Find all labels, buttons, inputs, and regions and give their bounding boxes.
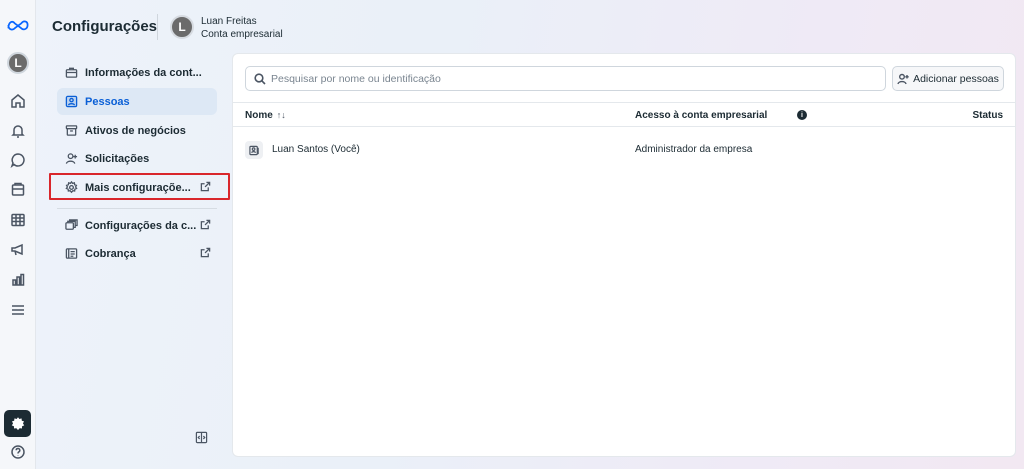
sidebar-item-label: Pessoas — [85, 95, 130, 108]
table-icon[interactable] — [6, 209, 30, 231]
search-icon — [254, 72, 266, 85]
sidebar-item-label: Solicitações — [85, 152, 150, 165]
person-add-icon — [64, 152, 78, 166]
column-header-status: Status — [972, 110, 1003, 121]
sidebar-item-people[interactable]: Pessoas — [57, 88, 217, 115]
icon-rail: L — [0, 0, 36, 469]
megaphone-icon[interactable] — [6, 239, 30, 261]
search-field[interactable] — [245, 66, 886, 91]
menu-icon[interactable] — [6, 299, 30, 321]
avatar[interactable]: L — [170, 15, 194, 39]
box-icon — [64, 124, 78, 138]
sidebar-item-requests[interactable]: Solicitações — [57, 145, 217, 172]
sidebar-item-business-info[interactable]: Informações da cont... — [57, 59, 217, 86]
sidebar-item-label: Configurações da c... — [85, 219, 197, 232]
sort-icon[interactable]: ↑↓ — [277, 110, 286, 120]
help-icon[interactable] — [6, 441, 30, 463]
sidebar-item-label: Cobrança — [85, 247, 136, 260]
search-input[interactable] — [271, 72, 885, 85]
page-title: Configurações — [52, 18, 158, 35]
bell-icon[interactable] — [6, 120, 30, 142]
sidebar-item-account-settings[interactable]: Configurações da c... — [57, 212, 217, 239]
table-row[interactable]: Luan Santos (Você) Administrador da empr… — [233, 138, 1015, 162]
external-link-icon — [200, 219, 212, 231]
bar-chart-icon[interactable] — [6, 269, 30, 291]
account-switcher[interactable]: Luan Freitas Conta empresarial — [201, 15, 283, 41]
pages-icon[interactable] — [6, 179, 30, 201]
table-header: Nome ↑↓ Acesso à conta empresarial i Stat… — [233, 102, 1015, 127]
add-people-button[interactable]: Adicionar pessoas — [892, 66, 1004, 91]
meta-logo-icon[interactable] — [6, 14, 30, 36]
people-icon — [64, 95, 78, 109]
account-type: Conta empresarial — [201, 29, 283, 40]
person-name[interactable]: Luan Santos (Você) — [272, 144, 360, 155]
external-link-icon — [200, 247, 212, 259]
column-header-access: Acesso à conta empresarial — [635, 110, 768, 121]
column-header-name[interactable]: Nome ↑↓ — [245, 110, 286, 121]
people-panel: Adicionar pessoas Nome↑↓ Acesso à conta … — [232, 53, 1016, 457]
add-people-label: Adicionar pessoas — [913, 72, 999, 85]
person-add-icon — [897, 73, 909, 84]
info-icon[interactable]: i — [797, 110, 807, 120]
home-icon[interactable] — [6, 90, 30, 112]
stack-icon — [64, 219, 78, 233]
header-divider — [157, 14, 158, 40]
sidebar-divider — [57, 208, 217, 209]
person-access: Administrador da empresa — [635, 144, 753, 155]
briefcase-icon — [64, 66, 78, 80]
user-name: Luan Freitas — [201, 16, 257, 27]
sidebar-item-label: Ativos de negócios — [85, 124, 186, 137]
highlight-box — [49, 173, 230, 200]
sidebar-item-business-assets[interactable]: Ativos de negócios — [57, 117, 217, 144]
sidebar-item-label: Informações da cont... — [85, 66, 202, 79]
collapse-sidebar-icon[interactable] — [195, 431, 209, 445]
receipt-icon — [64, 247, 78, 261]
person-card-icon — [245, 141, 263, 159]
sidebar-item-billing[interactable]: Cobrança — [57, 240, 217, 267]
rail-avatar[interactable]: L — [7, 52, 29, 74]
chat-icon[interactable] — [6, 149, 30, 171]
gear-icon[interactable] — [4, 410, 31, 437]
